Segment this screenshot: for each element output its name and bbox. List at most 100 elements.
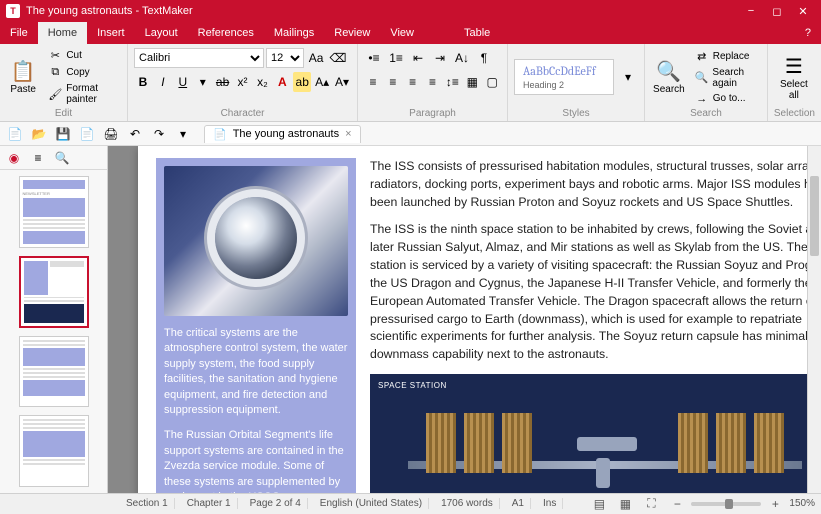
subscript-button[interactable]: x₂	[253, 72, 271, 92]
tab-view[interactable]: View	[380, 22, 424, 44]
search-button[interactable]: 🔍 Search	[651, 48, 687, 106]
view-mode-normal[interactable]: ▤	[589, 494, 609, 514]
replace-icon: ⇄	[695, 50, 709, 63]
underline-button[interactable]: U	[174, 72, 192, 92]
ribbon-group-character: Calibri 12 Aa ⌫ B I U ▾ ab x² x₂ A ab A▴…	[128, 44, 358, 121]
page-thumbnail-1[interactable]: NEWSLETTER	[19, 176, 89, 248]
status-chapter[interactable]: Chapter 1	[181, 498, 238, 509]
show-marks-button[interactable]: ¶	[474, 48, 494, 68]
superscript-button[interactable]: x²	[234, 72, 252, 92]
tab-references[interactable]: References	[188, 22, 264, 44]
tab-table[interactable]: Table	[454, 22, 500, 44]
ribbon-group-paragraph: •≡ 1≡ ⇤ ⇥ A↓ ¶ ≡ ≡ ≡ ≡ ↕≡ ▦ ▢ Paragraph	[358, 44, 508, 121]
style-heading2[interactable]: AaBbCcDdEeFf Heading 2	[514, 59, 614, 95]
help-button[interactable]: ?	[795, 22, 821, 44]
thumbnails-panel: NEWSLETTER	[0, 170, 107, 493]
format-painter-button[interactable]: 🖌Format painter	[44, 82, 121, 106]
status-section[interactable]: Section 1	[120, 498, 175, 509]
justify-button[interactable]: ≡	[424, 72, 442, 92]
pdf-button[interactable]: 📄	[76, 124, 98, 144]
ribbon-group-selection: ☰ Select all Selection	[768, 44, 821, 121]
copy-button[interactable]: ⧉Copy	[44, 65, 121, 80]
tab-home[interactable]: Home	[38, 22, 87, 44]
ribbon-tabs: File Home Insert Layout References Maili…	[0, 22, 821, 44]
status-page[interactable]: Page 2 of 4	[244, 498, 308, 509]
qat-more-button[interactable]: ▾	[172, 124, 194, 144]
highlight-button[interactable]: ab	[293, 72, 311, 92]
paste-button[interactable]: 📋 Paste	[6, 48, 40, 106]
bullets-button[interactable]: •≡	[364, 48, 384, 68]
tab-review[interactable]: Review	[324, 22, 380, 44]
iss-diagram: SPACE STATION	[370, 374, 821, 493]
print-button[interactable]: 🖨	[100, 124, 122, 144]
save-button[interactable]: 💾	[52, 124, 74, 144]
clear-formatting-button[interactable]: ⌫	[328, 48, 348, 68]
status-language[interactable]: English (United States)	[314, 498, 429, 509]
maximize-button[interactable]: ◻	[765, 2, 789, 20]
tab-file[interactable]: File	[0, 22, 38, 44]
decrease-indent-button[interactable]: ⇤	[408, 48, 428, 68]
zoom-in-button[interactable]: +	[765, 494, 785, 514]
left-column: The critical systems are the atmosphere …	[156, 158, 356, 493]
search-again-button[interactable]: 🔍Search again	[691, 66, 761, 90]
status-insert-mode[interactable]: Ins	[537, 498, 563, 509]
zoom-out-button[interactable]: −	[667, 494, 687, 514]
status-word-count[interactable]: 1706 words	[435, 498, 500, 509]
align-left-button[interactable]: ≡	[364, 72, 382, 92]
grow-font-button[interactable]: A▴	[313, 72, 331, 92]
page-thumbnail-2[interactable]	[19, 256, 89, 328]
undo-button[interactable]: ↶	[124, 124, 146, 144]
line-spacing-button[interactable]: ↕≡	[443, 72, 461, 92]
new-doc-button[interactable]: 📄	[4, 124, 26, 144]
open-button[interactable]: 📂	[28, 124, 50, 144]
more-font-button[interactable]: ▾	[194, 72, 212, 92]
select-all-icon: ☰	[785, 54, 803, 79]
vertical-scrollbar[interactable]	[807, 146, 821, 493]
change-case-button[interactable]: Aa	[306, 48, 326, 68]
redo-button[interactable]: ↷	[148, 124, 170, 144]
bold-button[interactable]: B	[134, 72, 152, 92]
font-size-select[interactable]: 12	[266, 48, 304, 68]
increase-indent-button[interactable]: ⇥	[430, 48, 450, 68]
sort-button[interactable]: A↓	[452, 48, 472, 68]
zoom-slider[interactable]	[691, 502, 761, 506]
tab-insert[interactable]: Insert	[87, 22, 135, 44]
minimize-button[interactable]: −	[739, 2, 763, 20]
scrollbar-thumb[interactable]	[810, 176, 819, 256]
shrink-font-button[interactable]: A▾	[333, 72, 351, 92]
align-right-button[interactable]: ≡	[404, 72, 422, 92]
sidebar-search[interactable]: 🔍	[52, 148, 72, 168]
group-label-selection: Selection	[774, 106, 815, 119]
italic-button[interactable]: I	[154, 72, 172, 92]
sidebar-tab-thumbnails[interactable]: ◉	[4, 148, 24, 168]
view-mode-outline[interactable]: ▦	[615, 494, 635, 514]
tab-mailings[interactable]: Mailings	[264, 22, 324, 44]
document-tab-close[interactable]: ×	[345, 128, 351, 140]
align-center-button[interactable]: ≡	[384, 72, 402, 92]
cut-button[interactable]: ✂Cut	[44, 48, 121, 63]
document-view[interactable]: The critical systems are the atmosphere …	[108, 146, 821, 493]
right-paragraph-2: The ISS is the ninth space station to be…	[370, 221, 821, 364]
goto-icon: →	[695, 93, 709, 105]
zoom-controls: − + 150%	[667, 494, 815, 514]
group-label-character: Character	[134, 106, 351, 119]
shading-button[interactable]: ▦	[463, 72, 481, 92]
page-thumbnail-4[interactable]	[19, 415, 89, 487]
brush-icon: 🖌	[48, 88, 62, 101]
document-tab[interactable]: 📄 The young astronauts ×	[204, 125, 361, 143]
tab-layout[interactable]: Layout	[135, 22, 188, 44]
borders-button[interactable]: ▢	[483, 72, 501, 92]
numbering-button[interactable]: 1≡	[386, 48, 406, 68]
zoom-value[interactable]: 150%	[789, 498, 815, 509]
page-thumbnail-3[interactable]	[19, 336, 89, 408]
strikethrough-button[interactable]: ab	[214, 72, 232, 92]
sidebar-tab-outline[interactable]: ≡	[28, 148, 48, 168]
goto-button[interactable]: →Go to...	[691, 92, 761, 106]
font-color-button[interactable]: A	[273, 72, 291, 92]
replace-button[interactable]: ⇄Replace	[691, 49, 761, 64]
font-name-select[interactable]: Calibri	[134, 48, 264, 68]
styles-more-button[interactable]: ▾	[618, 67, 638, 87]
close-button[interactable]: ✕	[791, 2, 815, 20]
view-mode-fullscreen[interactable]: ⛶	[641, 494, 661, 514]
select-all-button[interactable]: ☰ Select all	[774, 48, 814, 106]
